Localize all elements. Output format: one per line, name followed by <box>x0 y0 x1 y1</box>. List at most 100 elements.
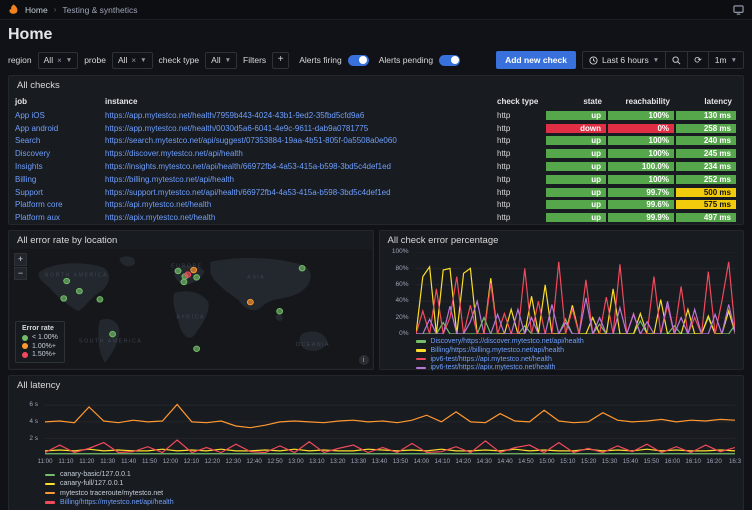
panel-title[interactable]: All check error percentage <box>380 231 744 249</box>
map-attribution-icon[interactable]: i <box>359 355 369 365</box>
y-tick-label: 60% <box>379 282 409 288</box>
panel-title[interactable]: All error rate by location <box>9 231 373 249</box>
refresh-interval-select[interactable]: 1m ▼ <box>708 52 743 68</box>
location-dot[interactable] <box>76 289 82 294</box>
instance-link[interactable]: https://support.mytestco.net/api/health/… <box>105 188 391 197</box>
column-header-reachability[interactable]: reachability <box>607 97 675 106</box>
legend-item[interactable]: ipv6-test/https://api.mytestco.net/healt… <box>416 355 736 364</box>
job-link[interactable]: Billing <box>15 175 36 184</box>
zoom-out-time-button[interactable] <box>665 52 687 68</box>
location-dot[interactable] <box>191 267 197 272</box>
job-link[interactable]: Search <box>15 136 40 145</box>
reachability-cell: 100% <box>607 147 675 160</box>
location-dot[interactable] <box>181 279 187 284</box>
time-range-picker[interactable]: Last 6 hours ▼ <box>583 52 665 68</box>
legend-label[interactable]: Discovery/https://discover.mytestco.net/… <box>431 338 584 345</box>
location-dot[interactable] <box>64 278 70 283</box>
clear-icon[interactable]: × <box>57 56 62 65</box>
legend-item[interactable]: canary-full/127.0.0.1 <box>45 479 735 488</box>
location-dot[interactable] <box>194 346 200 351</box>
column-header-latency[interactable]: latency <box>675 97 737 106</box>
job-link[interactable]: Insights <box>15 162 43 171</box>
x-tick-label: 13:40 <box>372 458 387 465</box>
region-select[interactable]: All × ▼ <box>38 52 79 69</box>
checks-table-body: App iOS https://app.mytestco.net/health/7… <box>9 109 743 224</box>
legend-item[interactable]: canary-basic/127.0.0.1 <box>45 470 735 479</box>
instance-link[interactable]: https://app.mytestco.net/health/0030d5a6… <box>105 124 368 133</box>
location-dot[interactable] <box>97 297 103 302</box>
alerts-pending-toggle[interactable] <box>439 55 460 66</box>
monitor-icon[interactable] <box>733 5 744 15</box>
check-type-cell: http <box>497 211 545 224</box>
location-dot[interactable] <box>175 268 181 273</box>
instance-link[interactable]: https://api.mytestco.net/health <box>105 200 211 209</box>
instance-link[interactable]: https://search.mytestco.net/api/suggest/… <box>105 136 397 145</box>
x-tick-label: 11:40 <box>121 458 136 465</box>
instance-link[interactable]: https://apix.mytestco.net/health <box>105 213 215 222</box>
refresh-icon: ⟳ <box>694 55 702 66</box>
column-header-instance[interactable]: instance <box>105 97 497 106</box>
refresh-button[interactable]: ⟳ <box>687 52 708 68</box>
legend-label[interactable]: ipv6-test/https://apix.mytestco.net/heal… <box>431 364 556 371</box>
job-link[interactable]: App iOS <box>15 111 45 120</box>
location-dot[interactable] <box>194 275 200 280</box>
latency-chart-plot[interactable]: 2 s4 s6 s <box>45 397 735 455</box>
legend-item[interactable]: Billing/https://billing.mytestco.net/api… <box>416 346 736 355</box>
job-link[interactable]: Platform aux <box>15 213 60 222</box>
instance-link[interactable]: https://insights.mytestco.net/api/health… <box>105 162 391 171</box>
location-dot[interactable] <box>277 309 283 314</box>
legend-label[interactable]: canary-basic/127.0.0.1 <box>60 471 131 478</box>
location-dot[interactable] <box>110 332 116 337</box>
reachability-cell: 100% <box>607 135 675 148</box>
instance-link[interactable]: https://billing.mytestco.net/api/health <box>105 175 234 184</box>
legend-item[interactable]: ipv6-test/https://apix.mytestco.net/heal… <box>416 364 736 373</box>
legend-item[interactable]: Discovery/https://discover.mytestco.net/… <box>416 337 736 346</box>
legend-label[interactable]: mytestco traceroute/mytestco.net <box>60 490 163 497</box>
column-header-state[interactable]: state <box>545 97 607 106</box>
alerts-firing-toggle[interactable] <box>348 55 369 66</box>
latency-cell: 240 ms <box>675 135 737 148</box>
location-dot[interactable] <box>299 266 305 271</box>
legend-label[interactable]: Billing/https://mytestco.net/api/health <box>60 499 174 506</box>
panel-title[interactable]: All checks <box>9 76 743 94</box>
job-link[interactable]: App android <box>15 124 58 133</box>
column-header-job[interactable]: job <box>15 97 105 106</box>
location-dot[interactable] <box>247 300 253 305</box>
check-type-select[interactable]: All ▼ <box>205 52 237 69</box>
instance-link[interactable]: https://app.mytestco.net/health/7959b443… <box>105 111 364 120</box>
y-axis-labels: 2 s4 s6 s <box>11 397 41 455</box>
error-chart-plot[interactable]: 0%20%40%60%80%100% <box>416 252 736 334</box>
legend-label[interactable]: ipv6-test/https://api.mytestco.net/healt… <box>431 356 552 363</box>
check-type-cell: http <box>497 173 545 186</box>
legend-label[interactable]: canary-full/127.0.0.1 <box>60 480 123 487</box>
legend-label[interactable]: Billing/https://billing.mytestco.net/api… <box>431 347 564 354</box>
add-new-check-button[interactable]: Add new check <box>496 51 576 69</box>
breadcrumb-home[interactable]: Home <box>25 5 48 15</box>
probe-select[interactable]: All × ▼ <box>112 52 153 69</box>
latency-cell: 258 ms <box>675 122 737 135</box>
job-link[interactable]: Platform core <box>15 200 63 209</box>
job-link[interactable]: Discovery <box>15 149 50 158</box>
zoom-out-button[interactable]: − <box>14 267 27 280</box>
world-map[interactable]: NORTH AMERICASOUTH AMERICAEUROPEAFRICAAS… <box>10 249 372 368</box>
location-dot[interactable] <box>185 272 191 277</box>
map-legend-item: 1.00%+ <box>22 342 58 351</box>
location-dot[interactable] <box>61 296 67 301</box>
state-cell: up <box>545 135 607 148</box>
chevron-down-icon: ▼ <box>140 57 146 64</box>
job-link[interactable]: Support <box>15 188 43 197</box>
panel-title[interactable]: All latency <box>9 376 743 394</box>
clear-icon[interactable]: × <box>131 56 136 65</box>
column-header-check-type[interactable]: check type <box>497 97 545 106</box>
latency-cell: 234 ms <box>675 160 737 173</box>
grafana-logo-icon[interactable] <box>8 4 19 15</box>
zoom-in-button[interactable]: + <box>14 253 27 266</box>
map-region-label: SOUTH AMERICA <box>79 339 142 345</box>
x-tick-label: 15:30 <box>602 458 617 465</box>
legend-item[interactable]: Billing/https://mytestco.net/api/health <box>45 498 735 507</box>
chevron-down-icon: ▼ <box>731 57 737 64</box>
add-filter-button[interactable]: + <box>272 52 289 69</box>
legend-marker-icon <box>416 340 426 343</box>
instance-link[interactable]: https://discover.mytestco.net/api/health <box>105 149 243 158</box>
legend-item[interactable]: mytestco traceroute/mytestco.net <box>45 489 735 498</box>
